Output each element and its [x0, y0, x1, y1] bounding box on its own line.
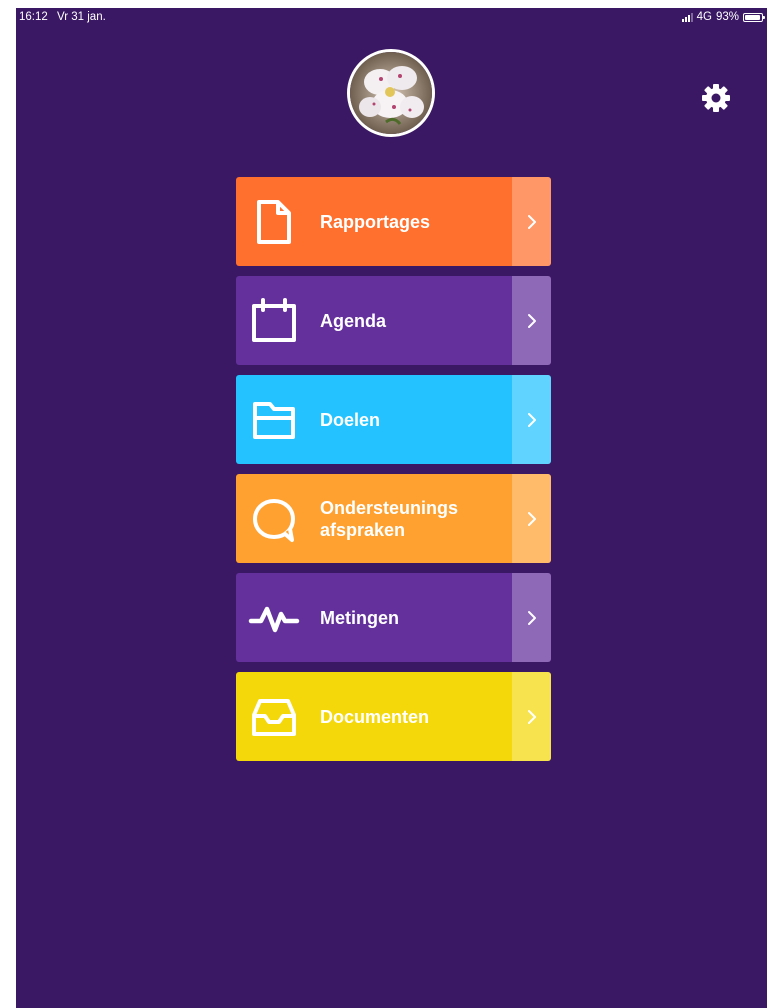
- menu-item-label: Metingen: [320, 607, 399, 628]
- status-left: 16:12 Vr 31 jan.: [19, 11, 112, 23]
- menu-item-ondersteuningsafspraken[interactable]: Ondersteunings afspraken: [236, 474, 551, 563]
- status-time: 16:12: [19, 11, 48, 23]
- menu-item-agenda[interactable]: Agenda: [236, 276, 551, 365]
- signal-icon: [681, 12, 693, 22]
- chevron-right-icon[interactable]: [512, 672, 551, 761]
- menu-item-doelen[interactable]: Doelen: [236, 375, 551, 464]
- chevron-right-icon[interactable]: [512, 375, 551, 464]
- chevron-right-icon[interactable]: [512, 474, 551, 563]
- chat-bubble-icon: [246, 491, 302, 547]
- settings-gear-icon[interactable]: [700, 82, 732, 114]
- heartbeat-icon: [246, 590, 302, 646]
- avatar[interactable]: [347, 49, 435, 137]
- menu-item-documenten[interactable]: Documenten: [236, 672, 551, 761]
- chevron-right-icon[interactable]: [512, 276, 551, 365]
- document-icon: [246, 194, 302, 250]
- battery-percent: 93%: [715, 11, 739, 23]
- main-menu: Rapportages Agenda Doelen Ondersteunings…: [236, 177, 551, 771]
- chevron-right-icon[interactable]: [512, 177, 551, 266]
- network-type: 4G: [696, 11, 712, 23]
- folder-icon: [246, 392, 302, 448]
- menu-item-label: Doelen: [320, 409, 381, 430]
- app-screen: 16:12 Vr 31 jan. 4G 93% Rapportages Agen…: [16, 8, 767, 1008]
- status-right: 4G 93%: [681, 11, 765, 23]
- status-bar: 16:12 Vr 31 jan. 4G 93%: [16, 8, 767, 28]
- chevron-right-icon[interactable]: [512, 573, 551, 662]
- calendar-icon: [246, 293, 302, 349]
- menu-item-label: Documenten: [320, 706, 430, 727]
- battery-icon: [743, 12, 765, 22]
- status-date: Vr 31 jan.: [56, 11, 106, 23]
- menu-item-metingen[interactable]: Metingen: [236, 573, 551, 662]
- menu-item-label: Rapportages: [320, 211, 431, 232]
- menu-item-rapportages[interactable]: Rapportages: [236, 177, 551, 266]
- inbox-tray-icon: [246, 689, 302, 745]
- menu-item-label: Agenda: [320, 310, 387, 331]
- menu-item-label: Ondersteunings afspraken: [320, 497, 459, 540]
